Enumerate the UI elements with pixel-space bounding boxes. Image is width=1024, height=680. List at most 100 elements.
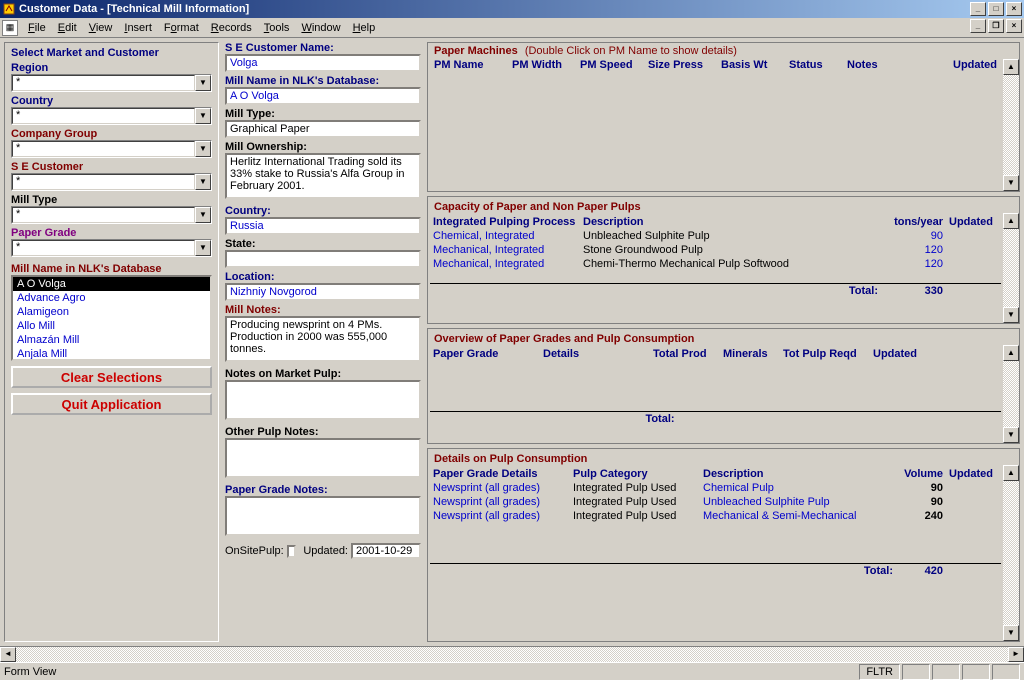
ownership-field[interactable] — [225, 153, 421, 199]
chevron-down-icon[interactable]: ▼ — [195, 174, 211, 190]
table-row[interactable]: Mechanical, IntegratedStone Groundwood P… — [430, 243, 1001, 257]
mdi-restore-button[interactable]: ❐ — [988, 19, 1004, 33]
chevron-down-icon[interactable]: ▼ — [195, 75, 211, 91]
location-field[interactable] — [225, 283, 421, 301]
company-group-combo[interactable]: *▼ — [11, 140, 212, 158]
close-button[interactable]: × — [1006, 2, 1022, 16]
country-field[interactable] — [225, 217, 421, 235]
table-row[interactable]: Newsprint (all grades)Integrated Pulp Us… — [430, 509, 1001, 523]
se-name-field[interactable] — [225, 54, 421, 72]
scroll-up-icon[interactable]: ▲ — [1003, 465, 1019, 481]
menu-window[interactable]: Window — [295, 22, 346, 34]
pm-scrollbar[interactable]: ▲ ▼ — [1003, 59, 1019, 191]
table-row[interactable]: Newsprint (all grades)Integrated Pulp Us… — [430, 481, 1001, 495]
list-item[interactable]: Almazán Mill — [13, 333, 210, 347]
col-pm-width: PM Width — [512, 59, 572, 71]
mill-type-combo[interactable]: *▼ — [11, 206, 212, 224]
menu-file[interactable]: File — [22, 22, 52, 34]
capacity-panel: Capacity of Paper and Non Paper Pulps In… — [427, 196, 1020, 324]
ov-scrollbar[interactable]: ▲▼ — [1003, 345, 1019, 443]
mill-notes-field[interactable] — [225, 316, 421, 362]
scroll-up-icon[interactable]: ▲ — [1003, 59, 1019, 75]
col-updated: Updated — [905, 59, 997, 71]
scroll-down-icon[interactable]: ▼ — [1003, 307, 1019, 323]
status-fltr: FLTR — [859, 664, 900, 680]
list-item[interactable]: Alamigeon — [13, 305, 210, 319]
select-market-panel: Select Market and Customer Region *▼ Cou… — [4, 42, 219, 642]
company-group-label: Company Group — [11, 128, 212, 140]
minimize-button[interactable]: _ — [970, 2, 986, 16]
country-combo[interactable]: *▼ — [11, 107, 212, 125]
list-item[interactable]: Allo Mill — [13, 319, 210, 333]
col-tons: tons/year — [881, 215, 946, 229]
region-combo[interactable]: *▼ — [11, 74, 212, 92]
col-pm-speed: PM Speed — [580, 59, 640, 71]
paper-grade-combo[interactable]: *▼ — [11, 239, 212, 257]
col-desc2: Description — [700, 467, 896, 481]
market-pulp-field[interactable] — [225, 380, 421, 420]
mill-type-label: Mill Type — [11, 194, 212, 206]
mill-type-field[interactable] — [225, 120, 421, 138]
table-row[interactable]: Mechanical, IntegratedChemi-Thermo Mecha… — [430, 257, 1001, 271]
menu-insert[interactable]: Insert — [118, 22, 158, 34]
menu-format[interactable]: Format — [158, 22, 205, 34]
status-cell — [902, 664, 930, 680]
mdi-close-button[interactable]: × — [1006, 19, 1022, 33]
mill-notes-label: Mill Notes: — [225, 304, 421, 316]
form-hscroll[interactable]: ◄ ► — [0, 646, 1024, 662]
menu-edit[interactable]: Edit — [52, 22, 83, 34]
onsite-pulp-label: OnSitePulp: — [225, 545, 284, 557]
cap-scrollbar[interactable]: ▲▼ — [1003, 213, 1019, 323]
other-pulp-field[interactable] — [225, 438, 421, 478]
chevron-down-icon[interactable]: ▼ — [195, 207, 211, 223]
paper-grade-notes-field[interactable] — [225, 496, 421, 536]
form-icon: ▦ — [2, 20, 18, 36]
menu-tools[interactable]: Tools — [258, 22, 296, 34]
scroll-down-icon[interactable]: ▼ — [1003, 625, 1019, 641]
mill-list[interactable]: A O Volga Advance Agro Alamigeon Allo Mi… — [11, 275, 212, 361]
menu-records[interactable]: Records — [205, 22, 258, 34]
chevron-down-icon[interactable]: ▼ — [195, 108, 211, 124]
quit-application-button[interactable]: Quit Application — [11, 393, 212, 415]
menu-view[interactable]: View — [83, 22, 119, 34]
scroll-right-icon[interactable]: ► — [1008, 647, 1024, 662]
scroll-up-icon[interactable]: ▲ — [1003, 213, 1019, 229]
updated-field[interactable] — [351, 543, 421, 559]
det-total-label: Total: — [700, 563, 896, 578]
list-item[interactable]: Advance Agro — [13, 291, 210, 305]
clear-selections-button[interactable]: Clear Selections — [11, 366, 212, 388]
scroll-down-icon[interactable]: ▼ — [1003, 175, 1019, 191]
scroll-down-icon[interactable]: ▼ — [1003, 427, 1019, 443]
col-pg: Paper Grade — [430, 347, 540, 361]
list-item[interactable]: A O Volga — [13, 277, 210, 291]
det-scrollbar[interactable]: ▲▼ — [1003, 465, 1019, 641]
onsite-pulp-checkbox[interactable] — [287, 545, 297, 558]
table-row[interactable]: Chemical, IntegratedUnbleached Sulphite … — [430, 229, 1001, 243]
state-label: State: — [225, 238, 421, 250]
se-customer-combo[interactable]: *▼ — [11, 173, 212, 191]
nlk-name-label: Mill Name in NLK's Database: — [225, 75, 421, 87]
details-panel: Details on Pulp Consumption Paper Grade … — [427, 448, 1020, 642]
table-row[interactable]: Newsprint (all grades)Integrated Pulp Us… — [430, 495, 1001, 509]
col-pc: Pulp Category — [570, 467, 700, 481]
panel-title: Select Market and Customer — [11, 47, 212, 59]
list-item[interactable]: Anjala Mill — [13, 347, 210, 361]
chevron-down-icon[interactable]: ▼ — [195, 141, 211, 157]
paper-grade-notes-label: Paper Grade Notes: — [225, 484, 421, 496]
chevron-down-icon[interactable]: ▼ — [195, 240, 211, 256]
col-upd: Updated — [946, 215, 1001, 229]
mill-list-label: Mill Name in NLK's Database — [11, 263, 212, 275]
scroll-up-icon[interactable]: ▲ — [1003, 345, 1019, 361]
cap-title: Capacity of Paper and Non Paper Pulps — [430, 199, 1001, 215]
menu-help[interactable]: Help — [347, 22, 382, 34]
status-cell — [932, 664, 960, 680]
col-det: Details — [540, 347, 650, 361]
col-tpr: Tot Pulp Reqd — [780, 347, 870, 361]
nlk-name-field[interactable] — [225, 87, 421, 105]
col-status: Status — [789, 59, 839, 71]
region-label: Region — [11, 62, 212, 74]
maximize-button[interactable]: □ — [988, 2, 1004, 16]
scroll-left-icon[interactable]: ◄ — [0, 647, 16, 662]
mdi-minimize-button[interactable]: _ — [970, 19, 986, 33]
state-field[interactable] — [225, 250, 421, 268]
